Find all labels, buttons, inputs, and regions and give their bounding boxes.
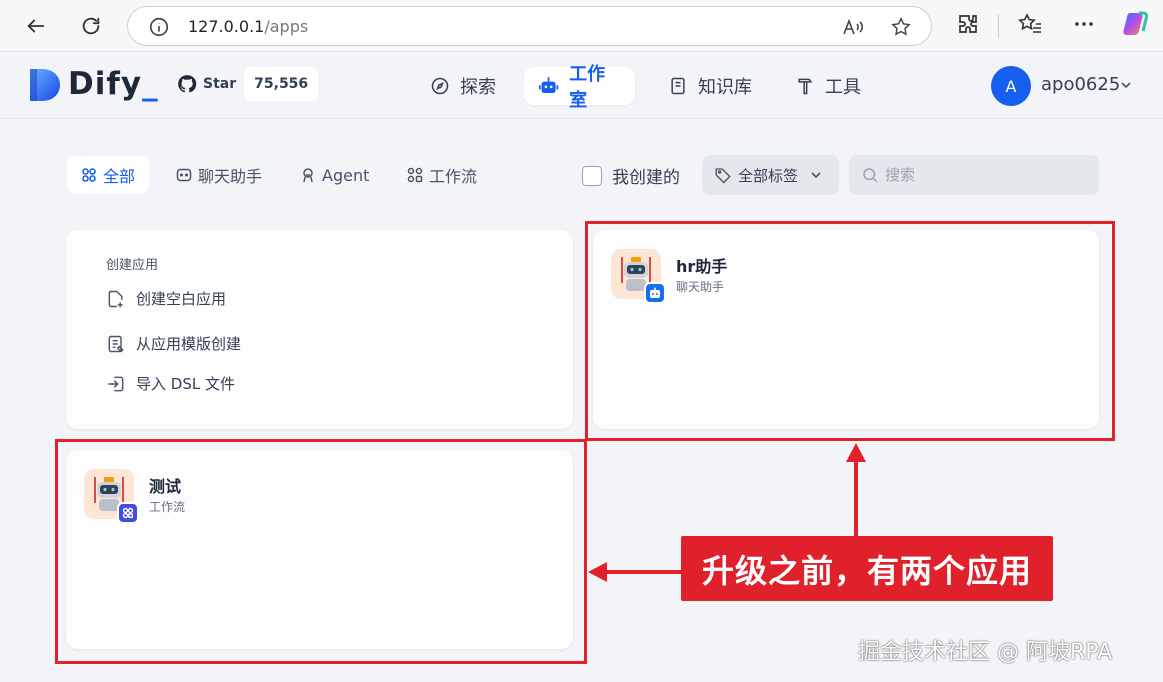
- annotation-callout: 升级之前，有两个应用: [681, 536, 1053, 601]
- watermark: 掘金技术社区 @ 阿坡RPA: [858, 640, 1113, 665]
